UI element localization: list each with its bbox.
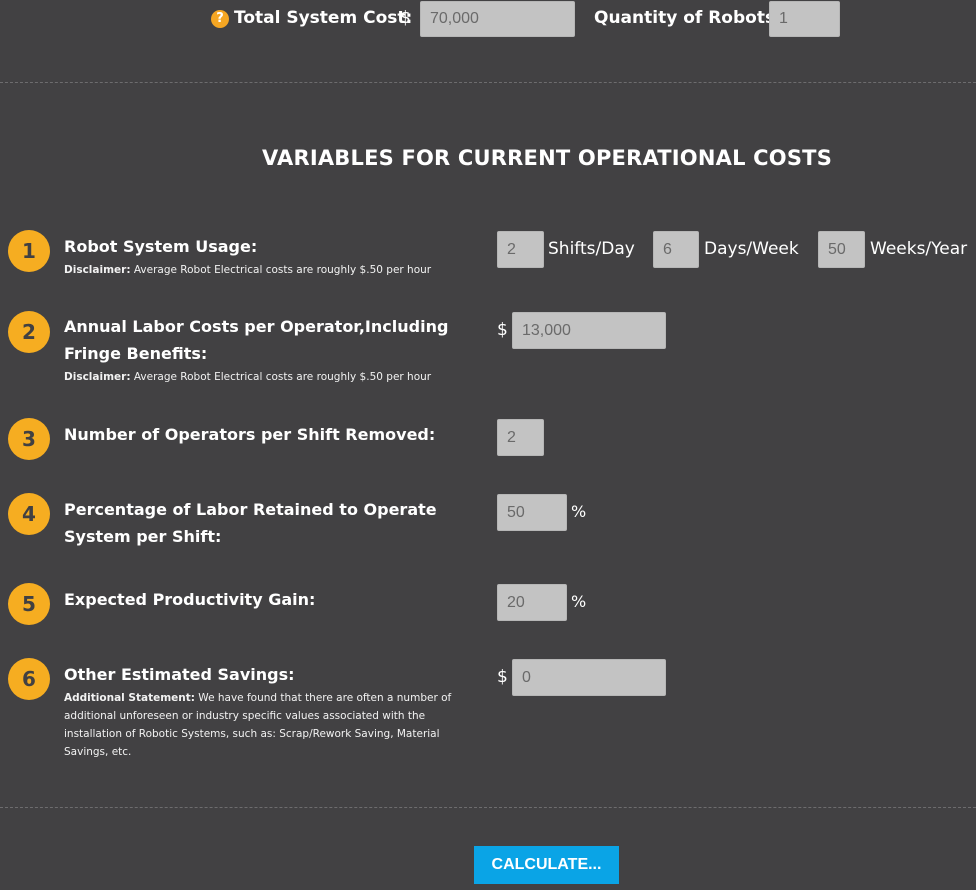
productivity-gain-label: Expected Productivity Gain: [64, 590, 316, 609]
labor-costs-currency: $ [497, 320, 508, 340]
total-cost-currency: $ [400, 8, 411, 28]
labor-retained-percent: % [571, 502, 587, 521]
quantity-input[interactable] [769, 1, 840, 37]
total-cost-input[interactable] [420, 1, 575, 37]
other-savings-currency: $ [497, 667, 508, 687]
labor-costs-disclaimer: Disclaimer: Average Robot Electrical cos… [64, 368, 464, 386]
operators-removed-label: Number of Operators per Shift Removed: [64, 425, 436, 444]
shifts-per-day-input[interactable] [497, 231, 544, 268]
section-title: VARIABLES FOR CURRENT OPERATIONAL COSTS [261, 146, 833, 170]
step-number-3: 3 [8, 418, 50, 460]
step-number-2: 2 [8, 311, 50, 353]
shifts-per-day-unit: Shifts/Day [548, 239, 635, 259]
robot-usage-disclaimer: Disclaimer: Average Robot Electrical cos… [64, 261, 464, 279]
other-savings-statement: Additional Statement: We have found that… [64, 689, 459, 761]
step-number-6: 6 [8, 658, 50, 700]
statement-title: Additional Statement: [64, 692, 195, 704]
other-savings-input[interactable] [512, 659, 666, 696]
disclaimer-text: Average Robot Electrical costs are rough… [130, 264, 432, 276]
productivity-gain-input[interactable] [497, 584, 567, 621]
productivity-gain-percent: % [571, 592, 587, 611]
quantity-label: Quantity of Robots: [594, 8, 782, 28]
labor-retained-input[interactable] [497, 494, 567, 531]
step-number-5: 5 [8, 583, 50, 625]
help-icon[interactable]: ? [211, 10, 229, 28]
labor-costs-label: Annual Labor Costs per Operator,Includin… [64, 317, 449, 363]
step-number-1: 1 [8, 230, 50, 272]
total-cost-label: Total System Cost: [234, 8, 413, 28]
bottom-divider [0, 807, 976, 808]
operators-removed-input[interactable] [497, 419, 544, 456]
calculate-button[interactable]: CALCULATE... [474, 846, 619, 884]
days-per-week-input[interactable] [653, 231, 699, 268]
step-number-4: 4 [8, 493, 50, 535]
disclaimer-title: Disclaimer: [64, 371, 131, 383]
disclaimer-title: Disclaimer: [64, 264, 131, 276]
top-divider [0, 82, 976, 83]
disclaimer-text: Average Robot Electrical costs are rough… [130, 371, 432, 383]
days-per-week-unit: Days/Week [704, 239, 799, 259]
labor-retained-label: Percentage of Labor Retained to Operate … [64, 500, 437, 546]
robot-usage-label: Robot System Usage: [64, 237, 258, 256]
weeks-per-year-input[interactable] [818, 231, 865, 268]
labor-costs-input[interactable] [512, 312, 666, 349]
weeks-per-year-unit: Weeks/Year [870, 239, 968, 259]
other-savings-label: Other Estimated Savings: [64, 665, 295, 684]
